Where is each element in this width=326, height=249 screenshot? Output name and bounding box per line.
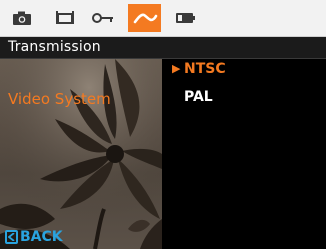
tab-camera[interactable] <box>7 4 37 32</box>
battery-icon <box>176 13 195 23</box>
video-icon <box>56 11 74 24</box>
option-ntsc-label: NTSC <box>184 61 226 77</box>
section-header: Transmission <box>0 37 326 59</box>
tab-setup[interactable] <box>128 4 161 32</box>
back-label: BACK <box>20 229 63 245</box>
options-panel: ▶ NTSC PAL <box>162 59 326 249</box>
wrench-icon <box>133 13 157 24</box>
selected-arrow-icon: ▶ <box>172 62 181 75</box>
option-ntsc[interactable]: ▶ NTSC <box>172 61 226 77</box>
option-pal[interactable]: PAL <box>184 89 213 105</box>
flower-photo <box>0 59 162 249</box>
back-arrow-icon <box>5 230 18 244</box>
video-system-label[interactable]: Video System <box>8 90 111 108</box>
tab-battery[interactable] <box>170 4 200 32</box>
back-button[interactable]: BACK <box>5 229 63 245</box>
section-title: Transmission <box>8 39 101 55</box>
preview-panel: Video System <box>0 59 162 249</box>
camera-icon <box>13 11 31 25</box>
settings-tab-bar <box>0 0 326 37</box>
key-icon <box>92 13 113 23</box>
option-pal-label: PAL <box>184 89 213 105</box>
camera-settings-screen: Transmission Video System ▶ NTSC PAL BAC… <box>0 0 326 249</box>
tab-key[interactable] <box>88 4 118 32</box>
tab-video[interactable] <box>50 4 80 32</box>
